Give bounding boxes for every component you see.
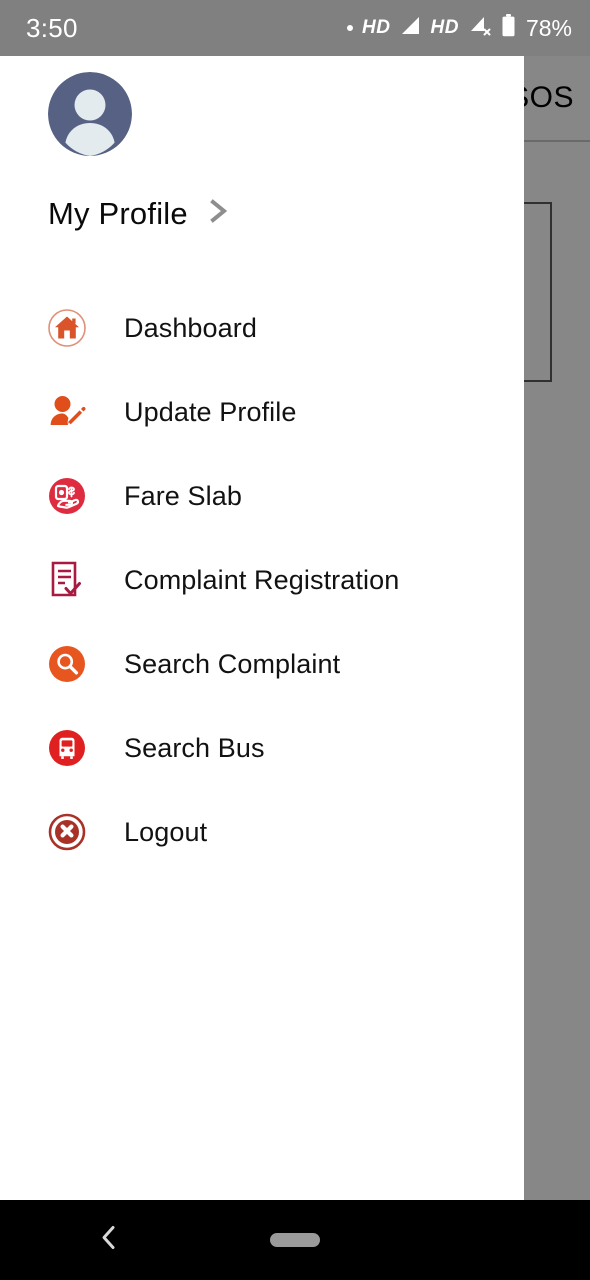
close-circle-icon	[46, 811, 88, 853]
bus-icon	[46, 727, 88, 769]
sidebar-item-label: Fare Slab	[124, 480, 242, 511]
signal-no-service-icon	[468, 16, 492, 41]
dot-icon	[347, 25, 354, 31]
sidebar-item-fare-slab[interactable]: Fare Slab	[0, 454, 524, 538]
sidebar-item-complaint-registration[interactable]: Complaint Registration	[0, 538, 524, 622]
sidebar-item-update-profile[interactable]: Update Profile	[0, 370, 524, 454]
home-pill-indicator[interactable]	[270, 1233, 320, 1247]
avatar[interactable]	[48, 72, 132, 156]
sidebar-item-label: Dashboard	[124, 312, 257, 343]
status-time: 3:50	[26, 12, 78, 43]
sidebar-item-label: Search Complaint	[124, 648, 341, 679]
hand-money-icon	[46, 475, 88, 517]
system-nav-bar	[0, 1200, 590, 1280]
navigation-drawer: My Profile Dashboard Update Profile Fare…	[0, 56, 524, 1200]
back-chevron-icon[interactable]	[98, 1223, 120, 1258]
document-check-icon	[46, 559, 88, 601]
signal-bars-icon	[400, 16, 422, 41]
user-edit-icon	[46, 391, 88, 433]
status-icons: HD HD 78%	[347, 14, 572, 42]
my-profile-label: My Profile	[48, 196, 188, 231]
avatar-wrapper[interactable]	[48, 72, 132, 156]
chevron-right-icon	[206, 196, 232, 231]
sidebar-item-dashboard[interactable]: Dashboard	[0, 286, 524, 370]
drawer-menu: Dashboard Update Profile Fare Slab Compl…	[0, 286, 524, 874]
home-icon	[46, 307, 88, 349]
phone-screen: SOS My Profile Dashboard Update Profile …	[0, 0, 590, 1280]
sidebar-item-search-bus[interactable]: Search Bus	[0, 706, 524, 790]
sidebar-item-label: Logout	[124, 816, 208, 847]
sidebar-item-label: Update Profile	[124, 396, 297, 427]
hd-label-1: HD	[362, 17, 391, 38]
search-icon	[46, 643, 88, 685]
battery-icon	[501, 14, 516, 42]
hd-label-2: HD	[430, 17, 459, 38]
sidebar-item-logout[interactable]: Logout	[0, 790, 524, 874]
sidebar-item-label: Complaint Registration	[124, 564, 400, 595]
status-bar: 3:50 HD HD 78%	[0, 0, 590, 56]
battery-percent-label: 78%	[525, 14, 572, 41]
sidebar-item-label: Search Bus	[124, 732, 265, 763]
sidebar-item-search-complaint[interactable]: Search Complaint	[0, 622, 524, 706]
my-profile-row[interactable]: My Profile	[48, 196, 232, 231]
